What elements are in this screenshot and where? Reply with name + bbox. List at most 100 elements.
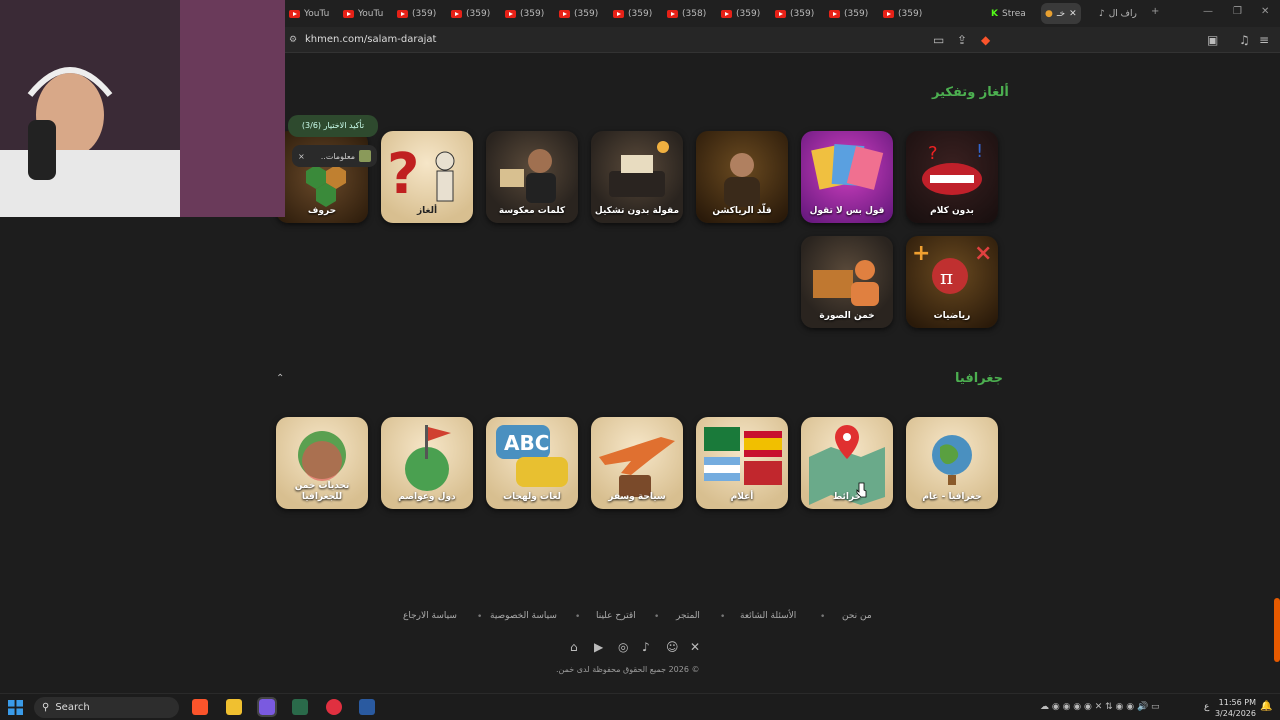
snapchat-icon[interactable]: ☺	[666, 640, 679, 654]
system-tray-icons[interactable]: ☁ ◉ ◉ ◉ ◉ ✕ ⇅ ◉ ◉ 🔊 ▭	[1040, 702, 1160, 712]
card-geography-challenges[interactable]: تحديات خمن للجغرافيا	[276, 417, 368, 509]
close-chip-icon[interactable]: ×	[298, 152, 305, 161]
card-geography-general[interactable]: جغرافيا - عام	[906, 417, 998, 509]
card-imitate-reaction[interactable]: قلّد الرياكشن	[696, 131, 788, 223]
confirm-selection-button[interactable]: تأكيد الاختيار (3/6)	[288, 115, 378, 137]
footer-link-store[interactable]: المتجر	[676, 611, 700, 621]
card-label: قلّد الرياكشن	[712, 205, 772, 216]
svg-text:?: ?	[928, 143, 938, 164]
site-favicon-icon: ●	[1045, 8, 1053, 19]
youtube-icon	[343, 9, 354, 18]
tab-label: (359)	[736, 8, 761, 19]
brave-browser-icon[interactable]	[192, 699, 208, 715]
tab-label: Strea	[1001, 8, 1026, 19]
browser-tab[interactable]: ● خـ ✕	[1041, 3, 1081, 24]
share-icon[interactable]: ⇪	[957, 33, 967, 47]
card-label: رياضيات	[933, 310, 971, 321]
browser-tab[interactable]: (359)	[447, 3, 494, 24]
browser-tab[interactable]: (359)	[501, 3, 548, 24]
browser-tab[interactable]: (359)	[771, 3, 818, 24]
footer-link-faq[interactable]: الأسئلة الشائعة	[740, 611, 796, 621]
card-flags[interactable]: أعلام	[696, 417, 788, 509]
info-chip[interactable]: معلومات.. ×	[292, 145, 377, 167]
browser-tab[interactable]: ♪ راف ال	[1095, 3, 1141, 24]
kick-icon: K	[991, 8, 998, 19]
menu-icon[interactable]: ≡	[1259, 33, 1269, 47]
sidebar-icon[interactable]: ▣	[1207, 33, 1218, 47]
browser-tab[interactable]: (359)	[717, 3, 764, 24]
tiktok-icon: ♪	[1099, 8, 1105, 19]
tiktok-icon[interactable]: ♪	[642, 640, 650, 654]
app-icon[interactable]	[326, 699, 342, 715]
browser-tab[interactable]: (358)	[663, 3, 710, 24]
svg-text:+: +	[912, 241, 930, 266]
tab-label: YouTu	[358, 8, 384, 19]
notification-bell-icon[interactable]: 🔔	[1260, 701, 1272, 712]
collapse-chevron-icon[interactable]: ⌃	[276, 373, 284, 384]
streaming-app-icon[interactable]	[257, 697, 277, 717]
browser-tab[interactable]: YouTu	[285, 3, 333, 24]
card-math[interactable]: π + × رياضيات	[906, 236, 998, 328]
new-tab-button[interactable]: +	[1151, 6, 1159, 17]
browser-tab-bar: YouTu YouTu (359) (359) (359) (359) (359) (358)…	[285, 0, 1280, 27]
browser-tab[interactable]: (359)	[609, 3, 656, 24]
footer-separator: •	[575, 612, 581, 622]
footer-link-refund[interactable]: سياسة الارجاع	[403, 611, 457, 621]
brave-shield-icon[interactable]: ◆	[981, 33, 990, 47]
file-explorer-icon[interactable]	[226, 699, 242, 715]
url-field[interactable]: khmen.com/salam-darajat	[305, 34, 436, 45]
svg-text:?: ?	[387, 142, 419, 207]
browser-tab[interactable]: (359)	[393, 3, 440, 24]
footer-link-about[interactable]: من نحن	[842, 611, 872, 621]
section-title-geography: جغرافيا	[955, 371, 1003, 386]
browser-tab[interactable]: YouTu	[339, 3, 387, 24]
card-maps[interactable]: خرائط	[801, 417, 893, 509]
youtube-icon	[289, 9, 300, 18]
youtube-icon	[829, 9, 840, 18]
tab-label: (359)	[790, 8, 815, 19]
card-reversed-words[interactable]: كلمات معكوسة	[486, 131, 578, 223]
youtube-icon	[559, 9, 570, 18]
instagram-icon[interactable]: ◎	[618, 640, 628, 654]
card-guess-picture[interactable]: خمن الصورة	[801, 236, 893, 328]
info-label: معلومات..	[320, 151, 355, 161]
input-language[interactable]: ع	[1204, 702, 1209, 712]
youtube-icon[interactable]: ▶	[594, 640, 603, 654]
browser-tab[interactable]: (359)	[555, 3, 602, 24]
windows-start-icon[interactable]	[8, 700, 23, 715]
clock-date: 3/24/2026	[1214, 709, 1256, 718]
taskbar-search[interactable]: ⚲ Search	[34, 697, 179, 718]
store-icon[interactable]: ⌂	[570, 640, 578, 654]
site-info-icon[interactable]: ⚙	[289, 35, 297, 45]
card-no-talking[interactable]: ? ! بدون كلام	[906, 131, 998, 223]
maximize-icon[interactable]: ❐	[1233, 6, 1242, 17]
card-riddles[interactable]: ? ألغاز	[381, 131, 473, 223]
close-window-icon[interactable]: ✕	[1261, 6, 1269, 17]
card-quote-no-diacritics[interactable]: مقولة بدون تشكيل	[591, 131, 683, 223]
card-languages-dialects[interactable]: ABC لغات ولهجات	[486, 417, 578, 509]
x-icon[interactable]: ✕	[690, 640, 700, 654]
footer-link-suggest[interactable]: اقترح علينا	[596, 611, 636, 621]
youtube-icon	[505, 9, 516, 18]
browser-tab[interactable]: (359)	[825, 3, 872, 24]
taskbar-clock[interactable]: 11:56 PM 3/24/2026	[1215, 697, 1256, 719]
scrollbar-thumb[interactable]	[1274, 598, 1280, 662]
footer-link-privacy[interactable]: سياسة الخصوصية	[490, 611, 557, 621]
clock-time: 11:56 PM	[1218, 698, 1256, 707]
tab-label: (359)	[628, 8, 653, 19]
card-countries-capitals[interactable]: دول وعواصم	[381, 417, 473, 509]
reader-mode-icon[interactable]: ▭	[933, 33, 944, 47]
tab-label: YouTu	[304, 8, 330, 19]
svg-text:ABC: ABC	[504, 431, 549, 455]
card-say-dont-say[interactable]: قول بس لا تقول	[801, 131, 893, 223]
card-tourism-travel[interactable]: سياحة وسفر	[591, 417, 683, 509]
close-tab-icon[interactable]: ✕	[1069, 9, 1077, 19]
youtube-icon	[883, 9, 894, 18]
steam-icon[interactable]	[359, 699, 375, 715]
browser-tab[interactable]: (359)	[879, 3, 926, 24]
excel-icon[interactable]	[292, 699, 308, 715]
browser-tab[interactable]: K Strea	[987, 3, 1030, 24]
tab-label: (359)	[466, 8, 491, 19]
minimize-icon[interactable]: —	[1203, 6, 1213, 17]
media-icon[interactable]: ♫	[1239, 33, 1250, 47]
